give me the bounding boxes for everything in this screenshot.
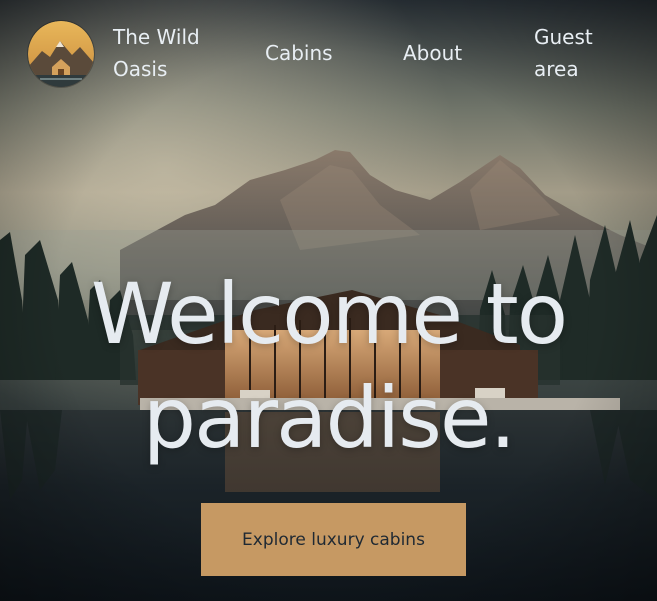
explore-cabins-button[interactable]: Explore luxury cabins	[201, 503, 466, 576]
hero-title: Welcome to paradise.	[90, 265, 568, 467]
home-page: The Wild Oasis Cabins About Guest area W…	[0, 0, 657, 601]
nav-guest-area-link[interactable]: Guest area	[534, 21, 604, 85]
nav-cabins-link[interactable]: Cabins	[265, 37, 333, 69]
site-header: The Wild Oasis Cabins About Guest area	[0, 0, 657, 110]
brand-name[interactable]: The Wild Oasis	[113, 21, 233, 85]
mountain-cabin-logo-icon[interactable]	[28, 21, 94, 87]
nav-about-link[interactable]: About	[403, 37, 462, 69]
